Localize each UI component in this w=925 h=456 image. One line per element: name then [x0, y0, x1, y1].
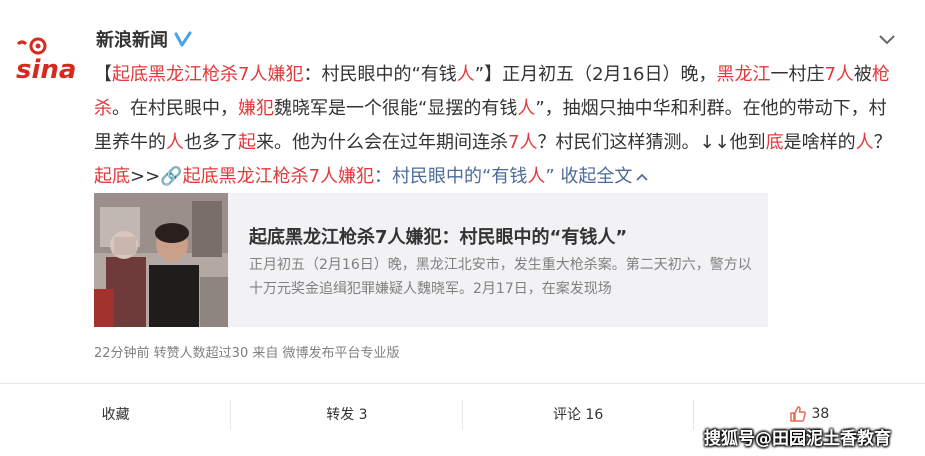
post-text-segment: >>: [130, 166, 161, 187]
post-text-segment: ”】正月初五（2月16日）晚，: [474, 64, 717, 85]
post-text-link[interactable]: 7人: [824, 64, 853, 85]
post-text-link[interactable]: 人: [166, 132, 184, 153]
post-text-link[interactable]: 黑龙江: [716, 64, 770, 85]
svg-text:sina: sina: [16, 55, 76, 85]
preview-title[interactable]: 起底黑龙江枪杀7人嫌犯：村民眼中的“有钱人”: [249, 223, 627, 249]
verified-v-icon: [174, 30, 192, 48]
post-text-link[interactable]: 底: [766, 132, 784, 153]
post-text-segment: ？: [873, 132, 892, 153]
post-text-link[interactable]: 人: [457, 64, 475, 85]
sina-logo-avatar[interactable]: sina: [14, 36, 82, 86]
comment-button[interactable]: 评论 16: [463, 384, 694, 444]
source-watermark: 搜狐号@田园泥土香教育: [704, 429, 891, 449]
favorite-label: 收藏: [101, 407, 130, 423]
post-text-link[interactable]: ：村民眼中的“有钱: [374, 166, 527, 187]
post-text-link[interactable]: 起: [238, 132, 256, 153]
post-text-segment: 也多了: [184, 132, 238, 153]
post-text-segment: 【: [94, 64, 112, 85]
post-text-link[interactable]: 起底黑龙江枪杀7人嫌犯: [112, 64, 303, 85]
post-text-segment: 来。他为什么会在过年期间连杀: [256, 132, 508, 153]
post-text-segment: ：村民眼中的“有钱: [303, 64, 457, 85]
post-text-segment: 。在村民眼中，: [112, 98, 238, 119]
post-text-segment: 一村庄: [770, 64, 825, 85]
preview-description: 正月初五（2月16日）晚，黑龙江北安市，发生重大枪杀案。第二天初六，警方以十万元…: [249, 257, 752, 297]
post-text-link[interactable]: 人: [856, 132, 874, 153]
repost-label: 转发 3: [326, 407, 368, 423]
author-name[interactable]: 新浪新闻: [96, 26, 168, 52]
link-preview-card[interactable]: 起底黑龙江枪杀7人嫌犯：村民眼中的“有钱人” 正月初五（2月16日）晚，黑龙江北…: [94, 193, 768, 327]
chevron-up-icon[interactable]: [632, 166, 649, 187]
post-text-segment: ？村民们这样猜测。↓↓他到: [537, 132, 766, 153]
favorite-button[interactable]: 收藏: [0, 384, 232, 444]
post-text-link[interactable]: ” 收起全文: [545, 166, 632, 187]
post-text-link[interactable]: 起底: [94, 166, 130, 187]
post-text-segment: 魏晓军是一个很能“显摆的有钱: [274, 98, 518, 119]
preview-thumbnail: [94, 193, 228, 327]
author-name-row[interactable]: 新浪新闻: [96, 26, 192, 52]
post-text-link[interactable]: 人: [517, 98, 535, 119]
repost-button[interactable]: 转发 3: [231, 384, 463, 444]
post-text-link[interactable]: 7人: [508, 132, 537, 153]
chevron-down-icon[interactable]: [876, 28, 898, 50]
thumbs-up-icon: [789, 405, 807, 423]
post-text-link[interactable]: 🔗: [160, 166, 182, 187]
post-text-link[interactable]: 人: [527, 166, 545, 187]
post-body-text: 【起底黑龙江枪杀7人嫌犯：村民眼中的“有钱人”】正月初五（2月16日）晚，黑龙江…: [94, 58, 894, 194]
post-text-link[interactable]: 起底黑龙江枪杀7人嫌犯: [183, 166, 374, 187]
weibo-post-card: sina 新浪新闻 【起底黑龙江枪杀7人嫌犯：村民眼中的“有钱人”】正月初五（2…: [0, 0, 925, 456]
like-count: 38: [811, 406, 830, 422]
post-text-link[interactable]: 嫌犯: [238, 98, 274, 119]
post-text-segment: 被: [853, 64, 872, 85]
post-meta: 22分钟前 转赞人数超过30 来自 微博发布平台专业版: [94, 346, 400, 361]
comment-label: 评论 16: [552, 407, 604, 423]
post-text-segment: 是啥样的: [783, 132, 856, 153]
